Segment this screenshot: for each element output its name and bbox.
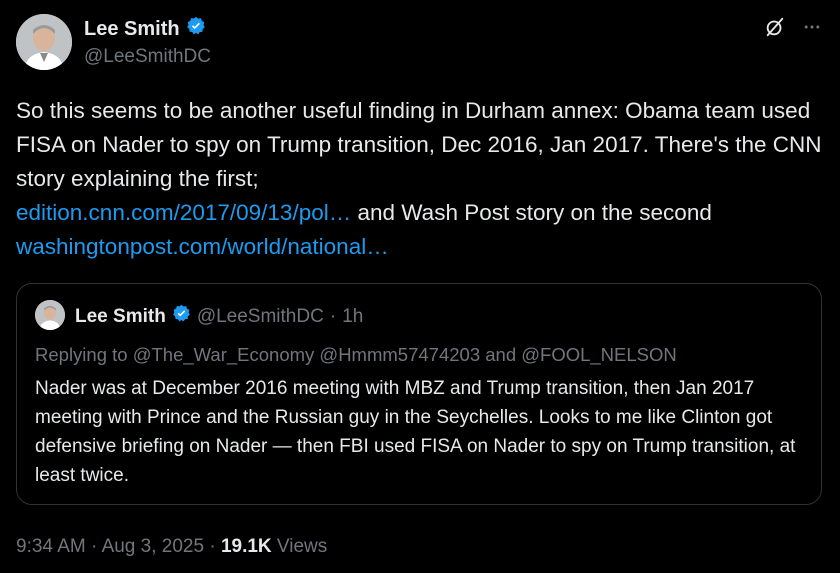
quoted-separator: · (329, 305, 337, 327)
quoted-handle: @LeeSmithDC (196, 305, 324, 327)
tweet-text-part-2: and Wash Post story on the second (351, 200, 712, 225)
quoted-avatar (35, 300, 65, 330)
quoted-verified-badge-icon (172, 304, 191, 329)
replying-handles: @The_War_Economy @Hmmm57474203 and @FOOL… (132, 344, 677, 365)
replying-to: Replying to @The_War_Economy @Hmmm574742… (35, 344, 677, 366)
grok-icon[interactable] (764, 16, 786, 43)
avatar[interactable] (16, 14, 72, 70)
washington-post-link[interactable]: washingtonpost.com/world/national… (16, 234, 389, 259)
footer-separator-2: · (209, 536, 216, 557)
author-name[interactable]: Lee Smith (84, 16, 206, 42)
more-icon[interactable] (802, 17, 822, 42)
tweet-footer: 9:34 AM · Aug 3, 2025 · 19.1K Views (16, 536, 327, 558)
views-count: 19.1K (220, 536, 272, 557)
replying-prefix: Replying to (35, 344, 128, 365)
quoted-time: 1h (342, 305, 364, 327)
quoted-text: Nader was at December 2016 meeting with … (35, 378, 796, 486)
views-label: Views (276, 536, 328, 557)
quoted-tweet[interactable]: Lee Smith @LeeSmithDC · 1h Replying to @… (16, 283, 822, 505)
tweet-time[interactable]: 9:34 AM (16, 536, 86, 557)
cnn-link[interactable]: edition.cnn.com/2017/09/13/pol… (16, 200, 351, 225)
tweet-text-part-1: So this seems to be another useful findi… (16, 98, 822, 191)
quoted-header: Lee Smith @LeeSmithDC · 1h (75, 304, 363, 329)
quoted-display-name: Lee Smith (75, 305, 166, 327)
author-handle[interactable]: @LeeSmithDC (84, 46, 211, 68)
verified-badge-icon (186, 16, 206, 42)
tweet-date[interactable]: Aug 3, 2025 (102, 536, 204, 557)
tweet-text: So this seems to be another useful findi… (16, 94, 828, 264)
author-display-name[interactable]: Lee Smith (84, 18, 180, 41)
footer-separator: · (91, 536, 98, 557)
